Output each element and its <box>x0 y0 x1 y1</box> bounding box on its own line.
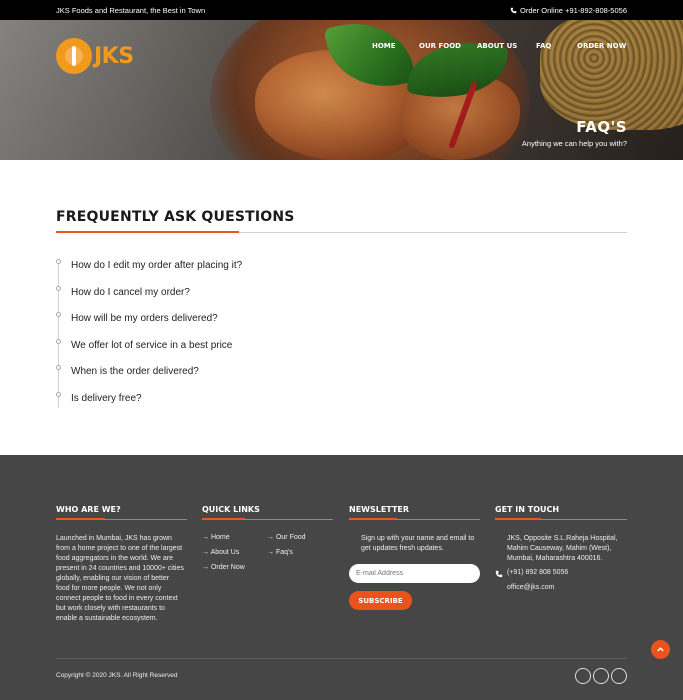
faq-question[interactable]: Is delivery free? <box>71 393 142 404</box>
chevron-up-icon <box>657 647 664 652</box>
footer-who-title: WHO ARE WE? <box>56 505 121 514</box>
copyright-text: Copyright © 2020 JKS. All Right Reserved <box>56 672 178 679</box>
faq-bullet-icon <box>56 312 61 317</box>
footer-quick-links-title: QUICK LINKS <box>202 505 260 514</box>
page-title: FAQ'S <box>576 118 627 136</box>
newsletter-email-input[interactable] <box>349 564 480 583</box>
heading-accent <box>202 518 245 520</box>
heading-accent <box>56 518 105 520</box>
faq-question[interactable]: How do I cancel my order? <box>71 287 190 298</box>
footer-about-text: Launched in Mumbai, JKS has grown from a… <box>56 535 184 622</box>
social-icon-2[interactable] <box>593 668 609 684</box>
faq-bullet-icon <box>56 259 61 264</box>
tagline: JKS Foods and Restaurant, the Best in To… <box>56 6 206 15</box>
quick-link-faqs[interactable]: → Faq's <box>267 549 293 556</box>
social-icon-3[interactable] <box>611 668 627 684</box>
divider <box>56 658 627 659</box>
faq-timeline-line <box>58 262 59 408</box>
faq-bullet-icon <box>56 339 61 344</box>
subscribe-button[interactable]: SUBSCRIBE <box>349 591 412 610</box>
faq-question[interactable]: How will be my orders delivered? <box>71 313 218 324</box>
quick-link-about-us[interactable]: → About Us <box>202 549 239 556</box>
quick-link-order-now[interactable]: → Order Now <box>202 564 245 571</box>
footer: WHO ARE WE? Launched in Mumbai, JKS has … <box>0 455 683 700</box>
order-online-text: Order Online +91-892-808-5056 <box>520 6 627 15</box>
nav-faq[interactable]: FAQ <box>536 42 551 50</box>
nav-home[interactable]: HOME <box>372 42 396 50</box>
phone-icon <box>495 570 503 578</box>
footer-newsletter-title: NEWSLETTER <box>349 505 410 514</box>
faq-bullet-icon <box>56 392 61 397</box>
heading-accent <box>56 231 239 233</box>
footer-contact-title: GET IN TOUCH <box>495 505 560 514</box>
main-nav: HOME OUR FOOD ABOUT US FAQ ORDER NOW <box>0 42 683 52</box>
nav-about-us[interactable]: ABOUT US <box>477 42 517 50</box>
faq-question[interactable]: When is the order delivered? <box>71 366 199 377</box>
page-subtitle: Anything we can help you with? <box>521 139 627 148</box>
quick-link-our-food[interactable]: → Our Food <box>267 534 306 541</box>
faq-heading: FREQUENTLY ASK QUESTIONS <box>56 209 295 225</box>
faq-question[interactable]: We offer lot of service in a best price <box>71 340 232 351</box>
social-icon-1[interactable] <box>575 668 591 684</box>
faq-bullet-icon <box>56 286 61 291</box>
phone-icon <box>510 7 517 14</box>
quick-link-home[interactable]: → Home <box>202 534 230 541</box>
heading-accent <box>349 518 397 520</box>
order-online-link[interactable]: Order Online +91-892-808-5056 <box>510 6 627 15</box>
location-icon <box>496 535 502 543</box>
contact-phone[interactable]: (+91) 892 808 5056 <box>507 569 568 576</box>
back-to-top-button[interactable] <box>651 640 670 659</box>
nav-our-food[interactable]: OUR FOOD <box>419 42 461 50</box>
contact-address: JKS, Opposite S.L.Raheja Hospital, Mahim… <box>507 535 618 562</box>
newsletter-text: Sign up with your name and email to get … <box>361 535 475 552</box>
heading-accent <box>495 518 541 520</box>
top-bar: JKS Foods and Restaurant, the Best in To… <box>0 0 683 20</box>
contact-email[interactable]: office@jks.com <box>507 584 554 591</box>
faq-bullet-icon <box>56 365 61 370</box>
faq-question[interactable]: How do I edit my order after placing it? <box>71 260 242 271</box>
nav-order-now[interactable]: ORDER NOW <box>577 42 626 50</box>
